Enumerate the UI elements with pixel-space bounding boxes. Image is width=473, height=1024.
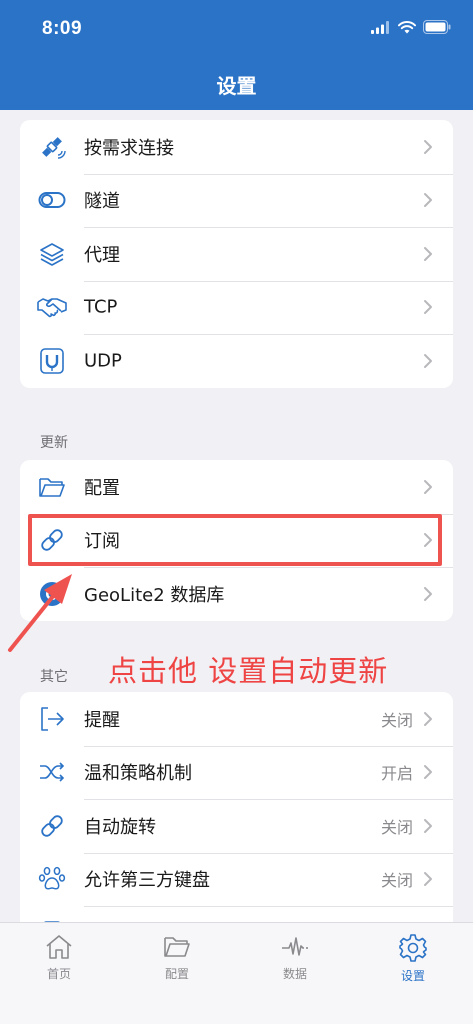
- chevron-right-icon: [424, 353, 432, 368]
- tab-data[interactable]: 数据: [250, 933, 340, 993]
- chevron-right-icon: [424, 711, 432, 726]
- settings-row-label: 提醒: [84, 709, 120, 731]
- gear-icon: [399, 934, 427, 962]
- connection-settings-card: 按需求连接 隧道 代理 TCP UDP: [20, 120, 453, 388]
- settings-row-udp[interactable]: UDP: [20, 334, 453, 388]
- chevron-right-icon: [424, 139, 432, 154]
- chevron-right-icon: [424, 872, 432, 887]
- chevron-right-icon: [424, 246, 432, 261]
- app-header: 8:09 设置: [0, 0, 473, 110]
- tab-label: 配置: [164, 967, 189, 981]
- chevron-right-icon: [424, 818, 432, 833]
- settings-row-value: 关闭: [380, 817, 413, 837]
- settings-row-label: 按需求连接: [84, 137, 174, 159]
- folder-icon: [37, 472, 67, 502]
- other-settings-card: 提醒 关闭 温和策略机制 开启 自动旋转 关闭 允许第三方键盘 关闭: [20, 692, 453, 922]
- chevron-right-icon: [424, 479, 432, 494]
- settings-row-value: 关闭: [380, 710, 413, 730]
- settings-row-label: 温和策略机制: [84, 763, 192, 785]
- status-time: 8:09: [42, 18, 83, 39]
- layers-icon: [37, 239, 67, 269]
- tab-bar: 首页 配置 数据 设置: [0, 922, 473, 1024]
- tab-label: 数据: [282, 967, 307, 981]
- settings-row-label: GeoLite2 数据库: [84, 584, 225, 606]
- status-bar: 8:09: [0, 0, 473, 56]
- link-icon: [37, 811, 67, 841]
- settings-row-proxy[interactable]: 代理: [20, 227, 453, 281]
- tab-settings[interactable]: 设置: [368, 933, 458, 993]
- home-icon: [46, 935, 72, 959]
- settings-row-third-party-keyboard[interactable]: 允许第三方键盘 关闭: [20, 852, 453, 907]
- annotation-highlight-box: [28, 514, 442, 566]
- shuffle-icon: [37, 757, 67, 787]
- settings-row-on-demand[interactable]: 按需求连接: [20, 120, 453, 174]
- settings-row-auto-rotate[interactable]: 自动旋转 关闭: [20, 799, 453, 853]
- chevron-right-icon: [424, 765, 432, 780]
- settings-row-label: 代理: [84, 244, 120, 266]
- wifi-icon: [398, 20, 416, 33]
- signal-icon: [371, 20, 389, 34]
- tab-config[interactable]: 配置: [132, 933, 222, 993]
- paw-icon: [37, 864, 67, 894]
- settings-row-reminder[interactable]: 提醒 关闭: [20, 692, 453, 746]
- battery-icon: [423, 20, 451, 34]
- magnet-icon: [37, 346, 67, 376]
- annotation-arrow-icon: [8, 574, 72, 652]
- settings-row-value: 关闭: [380, 871, 413, 891]
- page-title: 设置: [216, 74, 257, 98]
- settings-row-gentle-policy[interactable]: 温和策略机制 开启: [20, 745, 453, 800]
- chevron-right-icon: [424, 586, 432, 601]
- settings-row-label: 配置: [84, 477, 120, 499]
- folder-icon: [164, 937, 190, 957]
- section-header-other: 其它: [40, 669, 68, 685]
- settings-row-tunnel[interactable]: 隧道: [20, 173, 453, 228]
- settings-row-partial[interactable]: [20, 906, 453, 922]
- settings-row-tcp[interactable]: TCP: [20, 280, 453, 335]
- settings-row-label: 允许第三方键盘: [84, 870, 210, 892]
- pulse-icon: [282, 937, 308, 956]
- annotation-text: 点击他 设置自动更新: [108, 654, 389, 688]
- settings-row-label: TCP: [84, 296, 118, 318]
- settings-row-value: 开启: [380, 764, 413, 784]
- settings-row-label: UDP: [84, 350, 122, 372]
- toggle-icon: [37, 185, 67, 215]
- satellite-icon: [37, 132, 67, 162]
- settings-row-label: 自动旋转: [84, 816, 156, 838]
- tab-home[interactable]: 首页: [14, 933, 104, 993]
- handshake-icon: [37, 292, 67, 322]
- section-header-update: 更新: [40, 435, 68, 451]
- chevron-right-icon: [424, 300, 432, 315]
- settings-row-label: 隧道: [84, 191, 120, 213]
- chevron-right-icon: [424, 193, 432, 208]
- sign-out-icon: [37, 704, 67, 734]
- status-icons: [371, 20, 451, 34]
- tab-label: 首页: [46, 967, 71, 981]
- tab-label: 设置: [400, 969, 425, 983]
- settings-row-config[interactable]: 配置: [20, 460, 453, 514]
- settings-row-geolite2[interactable]: GeoLite2 数据库: [20, 567, 453, 621]
